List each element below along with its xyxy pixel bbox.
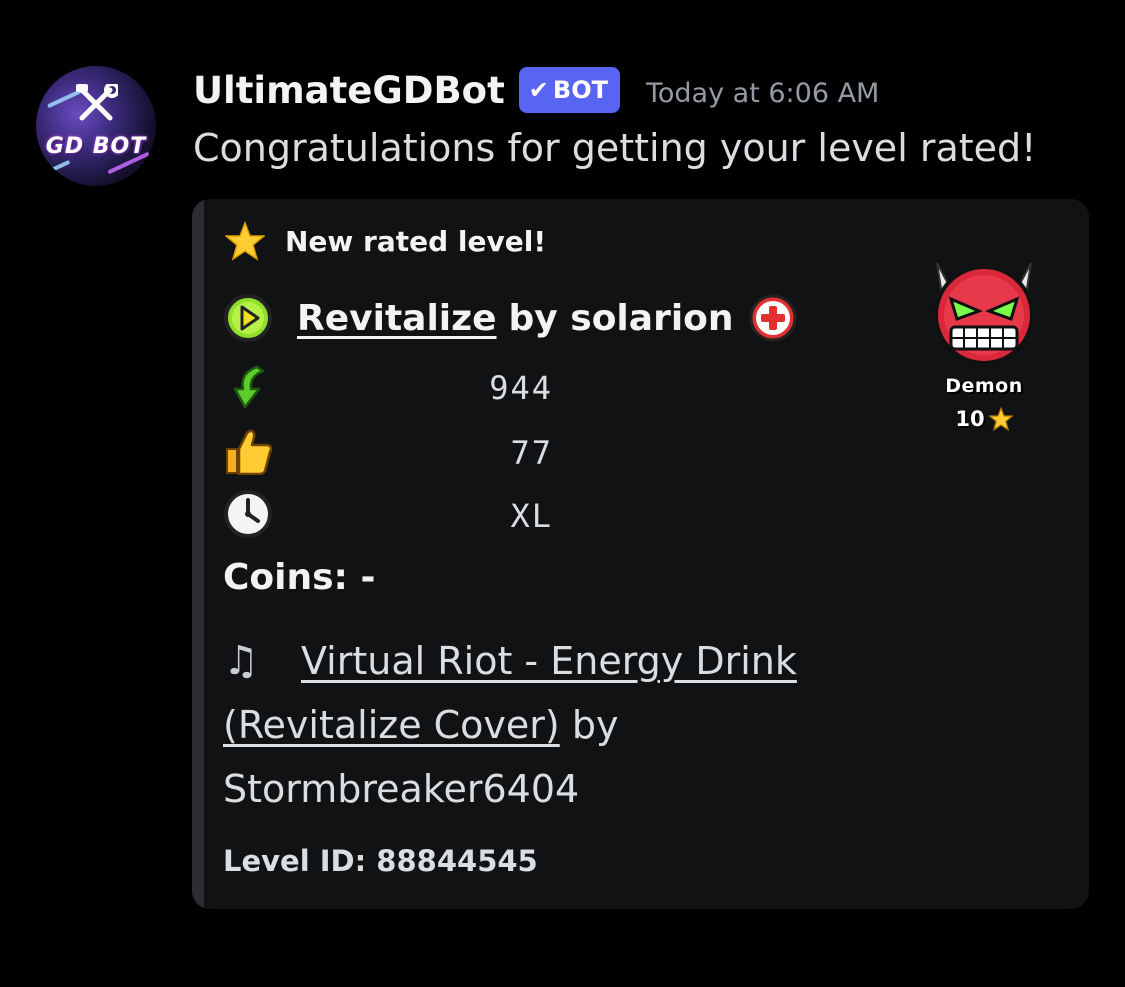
avatar-streak [41,159,71,177]
thumbs-up-icon [226,429,273,475]
embed-title: Revitalize by solarion [223,293,798,343]
difficulty-thumbnail: Demon 10 [923,253,1045,443]
coins-text: Coins: - [223,557,376,598]
level-name-link[interactable]: Revitalize [297,298,497,339]
bot-tag-label: BOT [552,76,608,104]
level-embed: New rated level! Revitalize by solarion … [192,199,1089,909]
star-icon [988,407,1013,431]
star-icon [225,221,265,261]
song-info: ♫ Virtual Riot - Energy Drink (Revitalize… [223,629,923,821]
play-icon [224,294,272,342]
bot-avatar[interactable]: GD BOT [36,66,156,186]
avatar-text: GD BOT [45,134,147,159]
level-id: Level ID: 88844545 [223,844,538,878]
embed-color-bar [192,199,204,909]
bot-tag: ✔ BOT [518,67,620,113]
star-count: 10 [923,407,1045,431]
likes-value: 77 [510,434,553,472]
timestamp[interactable]: Today at 6:06 AM [646,78,879,109]
wrench-hammer-icon [76,84,118,121]
difficulty-label: Demon [945,375,1023,397]
demon-face-icon [934,262,1034,365]
message-header: UltimateGDBot ✔ BOT Today at 6:06 AM [193,62,879,118]
downloads-value: 944 [489,369,553,407]
clock-icon [224,490,272,538]
download-arrow-icon [233,365,265,409]
level-creator: by solarion [508,297,734,339]
song-artist: Stormbreaker6404 [223,767,580,811]
verified-check-icon: ✔ [528,76,549,104]
length-value: XL [510,497,553,535]
username[interactable]: UltimateGDBot [193,69,505,112]
song-link[interactable]: Virtual Riot - Energy Drink (Revitalize … [223,639,797,747]
plus-icon [749,294,797,342]
music-note-icon: ♫ [223,638,259,684]
message-content: Congratulations for getting your level r… [193,126,1037,170]
embed-body: New rated level! Revitalize by solarion … [223,199,1089,909]
embed-author: New rated level! [225,221,546,261]
star-count-value: 10 [955,407,985,431]
song-by: by [571,703,619,747]
embed-author-text: New rated level! [285,224,547,258]
